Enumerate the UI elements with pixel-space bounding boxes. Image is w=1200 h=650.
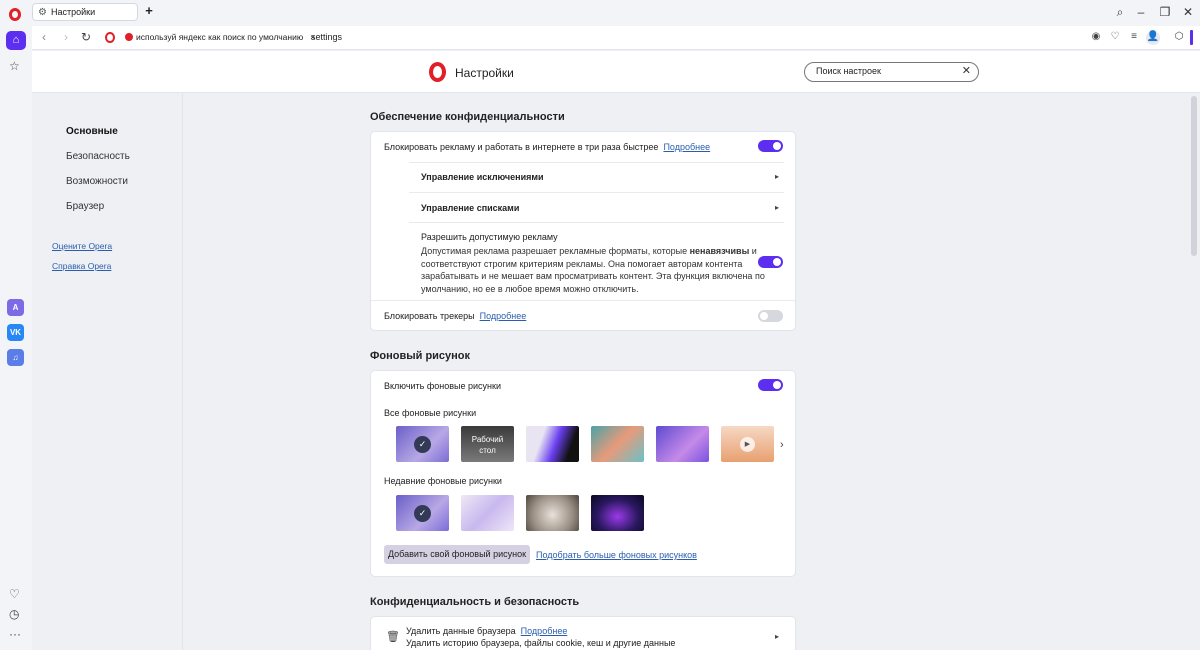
block-ads-toggle[interactable] (758, 140, 783, 152)
settings-header: Настройки Поиск настроек ✕ (32, 51, 1200, 93)
camera-icon[interactable]: ◉ (1089, 31, 1103, 42)
vk-icon[interactable]: VK (7, 324, 24, 341)
privacy-section-title: Обеспечение конфиденциальности (370, 111, 565, 123)
more-icon[interactable]: ··· (9, 627, 21, 641)
acceptable-ads-toggle[interactable] (758, 256, 783, 268)
chevron-right-icon: ▸ (775, 172, 780, 181)
aria-icon[interactable]: A (7, 299, 24, 316)
block-trackers-toggle[interactable] (758, 310, 783, 322)
all-wallpapers-label: Все фоновые рисунки (384, 408, 477, 418)
settings-search-input[interactable]: Поиск настроек ✕ (804, 62, 979, 82)
chevron-right-icon: ▸ (775, 203, 780, 212)
rate-opera-link[interactable]: Оцените Opera (52, 241, 112, 251)
search-promo[interactable]: используй яндекс как поиск по умолчанию … (125, 32, 315, 42)
search-value: Поиск настроек (816, 66, 881, 76)
restore-icon[interactable]: ❐ (1157, 5, 1173, 19)
more-wallpapers-link[interactable]: Подобрать больше фоновых рисунков (536, 550, 697, 560)
nav-features[interactable]: Возможности (66, 176, 128, 187)
close-window-icon[interactable]: ✕ (1180, 5, 1196, 19)
block-trackers-more-link[interactable]: Подробнее (480, 311, 527, 321)
check-icon: ✓ (414, 436, 431, 453)
sidebar-toggle[interactable] (1190, 30, 1193, 45)
privacy-card: Блокировать рекламу и работать в интерне… (370, 131, 796, 331)
reload-icon[interactable]: ↻ (79, 30, 93, 44)
menu-icon[interactable]: ≡ (1127, 31, 1141, 42)
recent-wallpaper-2[interactable] (461, 495, 514, 531)
clear-search-icon[interactable]: ✕ (962, 63, 971, 80)
minimize-icon[interactable]: – (1133, 5, 1149, 19)
page-title: Настройки (455, 66, 514, 80)
block-trackers-row: Блокировать трекеры Подробнее (384, 311, 526, 321)
settings-nav: Основные Безопасность Возможности Браузе… (32, 93, 183, 650)
acceptable-ads-title: Разрешить допустимую рекламу (421, 232, 558, 242)
chevron-right-icon: ▸ (775, 632, 780, 641)
history-icon[interactable]: ◷ (9, 607, 19, 621)
block-ads-label: Блокировать рекламу и работать в интерне… (384, 142, 659, 152)
address-bar: ‹ › ↻ используй яндекс как поиск по умол… (32, 26, 1200, 50)
wallpaper-thumb-desktop[interactable]: Рабочий стол (461, 426, 514, 462)
settings-page: Настройки Поиск настроек ✕ Основные Безо… (32, 51, 1200, 650)
opera-site-icon (105, 32, 115, 43)
url-field[interactable]: settings (311, 32, 342, 42)
tab-bar: ⚙ Настройки + ⌕ – ❐ ✕ (0, 0, 1200, 26)
scrollbar[interactable] (1191, 96, 1197, 256)
player-icon[interactable]: ♫ (7, 349, 24, 366)
heart-sidebar-icon[interactable]: ♡ (9, 587, 20, 601)
wallpaper-thumb-5[interactable] (656, 426, 709, 462)
opera-logo (429, 62, 446, 82)
extensions-icon[interactable]: ⬡ (1172, 31, 1186, 42)
wallpaper-thumb-4[interactable] (591, 426, 644, 462)
wallpaper-next-icon[interactable]: › (780, 439, 784, 451)
security-card: 🗑 Удалить данные браузера Подробнее Удал… (370, 616, 796, 650)
recent-wallpaper-1[interactable]: ✓ (396, 495, 449, 531)
manage-lists-item[interactable]: Управление списками (421, 203, 519, 213)
check-icon: ✓ (414, 505, 431, 522)
recent-wallpapers-label: Недавние фоновые рисунки (384, 476, 502, 486)
delete-data-description: Удалить историю браузера, файлы cookie, … (406, 638, 676, 648)
home-icon[interactable]: ⌂ (6, 31, 26, 50)
block-ads-row: Блокировать рекламу и работать в интерне… (384, 142, 710, 152)
recent-wallpaper-dog[interactable] (526, 495, 579, 531)
opera-menu-icon[interactable] (9, 8, 21, 21)
block-trackers-label: Блокировать трекеры (384, 311, 475, 321)
new-tab-button[interactable]: + (143, 4, 155, 17)
profile-icon[interactable]: 👤 (1146, 31, 1160, 45)
enable-wallpaper-toggle[interactable] (758, 379, 783, 391)
heart-icon[interactable]: ♡ (1108, 31, 1122, 42)
enable-wallpaper-label: Включить фоновые рисунки (384, 381, 501, 391)
wallpaper-card: Включить фоновые рисунки Все фоновые рис… (370, 370, 796, 577)
forward-icon[interactable]: › (59, 30, 73, 44)
play-icon: ▶ (740, 437, 755, 452)
back-icon[interactable]: ‹ (37, 30, 51, 44)
wallpaper-section-title: Фоновый рисунок (370, 350, 471, 362)
security-section-title: Конфиденциальность и безопасность (370, 596, 580, 608)
block-ads-more-link[interactable]: Подробнее (663, 142, 710, 152)
manage-exceptions-item[interactable]: Управление исключениями (421, 172, 544, 182)
opera-help-link[interactable]: Справка Opera (52, 261, 111, 271)
acceptable-ads-description: Допустимая реклама разрешает рекламные ф… (421, 246, 765, 294)
browser-sidebar: ⌂ ☆ A VK ♫ ♡ ◷ ··· (0, 26, 32, 650)
promo-text: используй яндекс как поиск по умолчанию (136, 32, 304, 42)
star-icon[interactable]: ☆ (9, 59, 20, 73)
search-tabs-icon[interactable]: ⌕ (1112, 5, 1128, 20)
nav-basic[interactable]: Основные (66, 126, 118, 137)
wallpaper-thumb-6[interactable]: ▶ (721, 426, 774, 462)
yandex-icon (125, 33, 133, 41)
delete-data-label: Удалить данные браузера (406, 626, 516, 636)
gear-icon: ⚙ (38, 6, 47, 18)
wallpaper-thumb-1[interactable]: ✓ (396, 426, 449, 462)
delete-data-more-link[interactable]: Подробнее (521, 626, 568, 636)
wallpaper-thumb-3[interactable] (526, 426, 579, 462)
add-wallpaper-button[interactable]: Добавить свой фоновый рисунок (384, 545, 530, 564)
delete-data-row[interactable]: Удалить данные браузера Подробнее (406, 626, 567, 636)
nav-browser[interactable]: Браузер (66, 201, 104, 212)
tab-title: Настройки (50, 7, 96, 17)
trash-icon: 🗑 (386, 631, 400, 643)
nav-security[interactable]: Безопасность (66, 151, 130, 162)
recent-wallpaper-4[interactable] (591, 495, 644, 531)
tab-settings[interactable]: ⚙ Настройки (32, 3, 138, 21)
